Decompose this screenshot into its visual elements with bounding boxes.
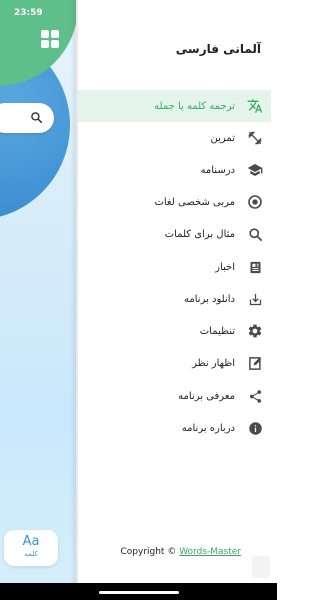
words-master-link[interactable]: Words-Master (179, 547, 241, 557)
gear-icon (245, 321, 265, 341)
share-icon (245, 386, 265, 406)
word-card-button[interactable]: Aa کلمه (4, 530, 58, 566)
status-bar: 23:59 (0, 0, 76, 24)
menu-item-label: تنظیمات (199, 325, 235, 337)
menu-item-label: مربی شخصی لغات (154, 196, 235, 208)
search-icon (31, 112, 43, 124)
info-icon (245, 418, 265, 438)
menu-item-news[interactable]: اخبار (78, 251, 271, 283)
coach-icon (245, 192, 265, 212)
menu-item-label: اظهار نظر (192, 357, 235, 369)
background-app: 23:59 Aa کلمه (0, 0, 76, 600)
menu-item-vocab-coach[interactable]: مربی شخصی لغات (78, 186, 271, 218)
menu-item-label: مثال برای کلمات (164, 228, 235, 240)
feedback-icon (245, 353, 265, 373)
copyright-text: Copyright © Words-Master (120, 547, 241, 557)
menu-item-label: اخبار (215, 261, 235, 273)
search-bar[interactable] (0, 103, 54, 133)
menu-item-download[interactable]: دانلود برنامه (78, 283, 271, 315)
navigation-drawer: آلمانی فارسی ترجمه کلمه یا جمله تمرین در… (78, 0, 277, 600)
status-time: 23:59 (14, 8, 43, 18)
menu-item-lessons[interactable]: درسنامه (78, 154, 271, 186)
menu-item-feedback[interactable]: اظهار نظر (78, 347, 271, 379)
menu-item-about[interactable]: درباره برنامه (78, 412, 271, 444)
watermark-logo (252, 556, 270, 578)
download-icon (245, 289, 265, 309)
menu-item-label: تمرین (210, 132, 235, 144)
menu-item-translate[interactable]: ترجمه کلمه یا جمله (78, 90, 271, 122)
word-card-label: کلمه (24, 550, 38, 558)
copyright-prefix: Copyright © (120, 547, 180, 557)
menu-item-share[interactable]: معرفی برنامه (78, 380, 271, 412)
menu-item-label: معرفی برنامه (178, 390, 235, 402)
word-card-icon: Aa (22, 534, 40, 549)
menu-item-label: درباره برنامه (181, 422, 235, 434)
news-icon (245, 257, 265, 277)
menu-item-exercise[interactable]: تمرین (78, 122, 271, 154)
menu-item-label: درسنامه (200, 164, 235, 176)
graduation-cap-icon (245, 160, 265, 180)
menu-item-label: دانلود برنامه (184, 293, 235, 305)
drawer-title: آلمانی فارسی (175, 42, 261, 56)
grid-menu-icon[interactable] (41, 30, 59, 48)
menu-item-label: ترجمه کلمه یا جمله (154, 100, 235, 112)
menu-item-examples[interactable]: مثال برای کلمات (78, 218, 271, 250)
system-navigation-bar (0, 583, 277, 600)
translate-icon (245, 96, 265, 116)
search-icon (245, 224, 265, 244)
menu-item-settings[interactable]: تنظیمات (78, 315, 271, 347)
home-gesture-handle[interactable] (99, 591, 179, 594)
drawer-shadow (70, 0, 78, 600)
dumbbell-icon (245, 128, 265, 148)
